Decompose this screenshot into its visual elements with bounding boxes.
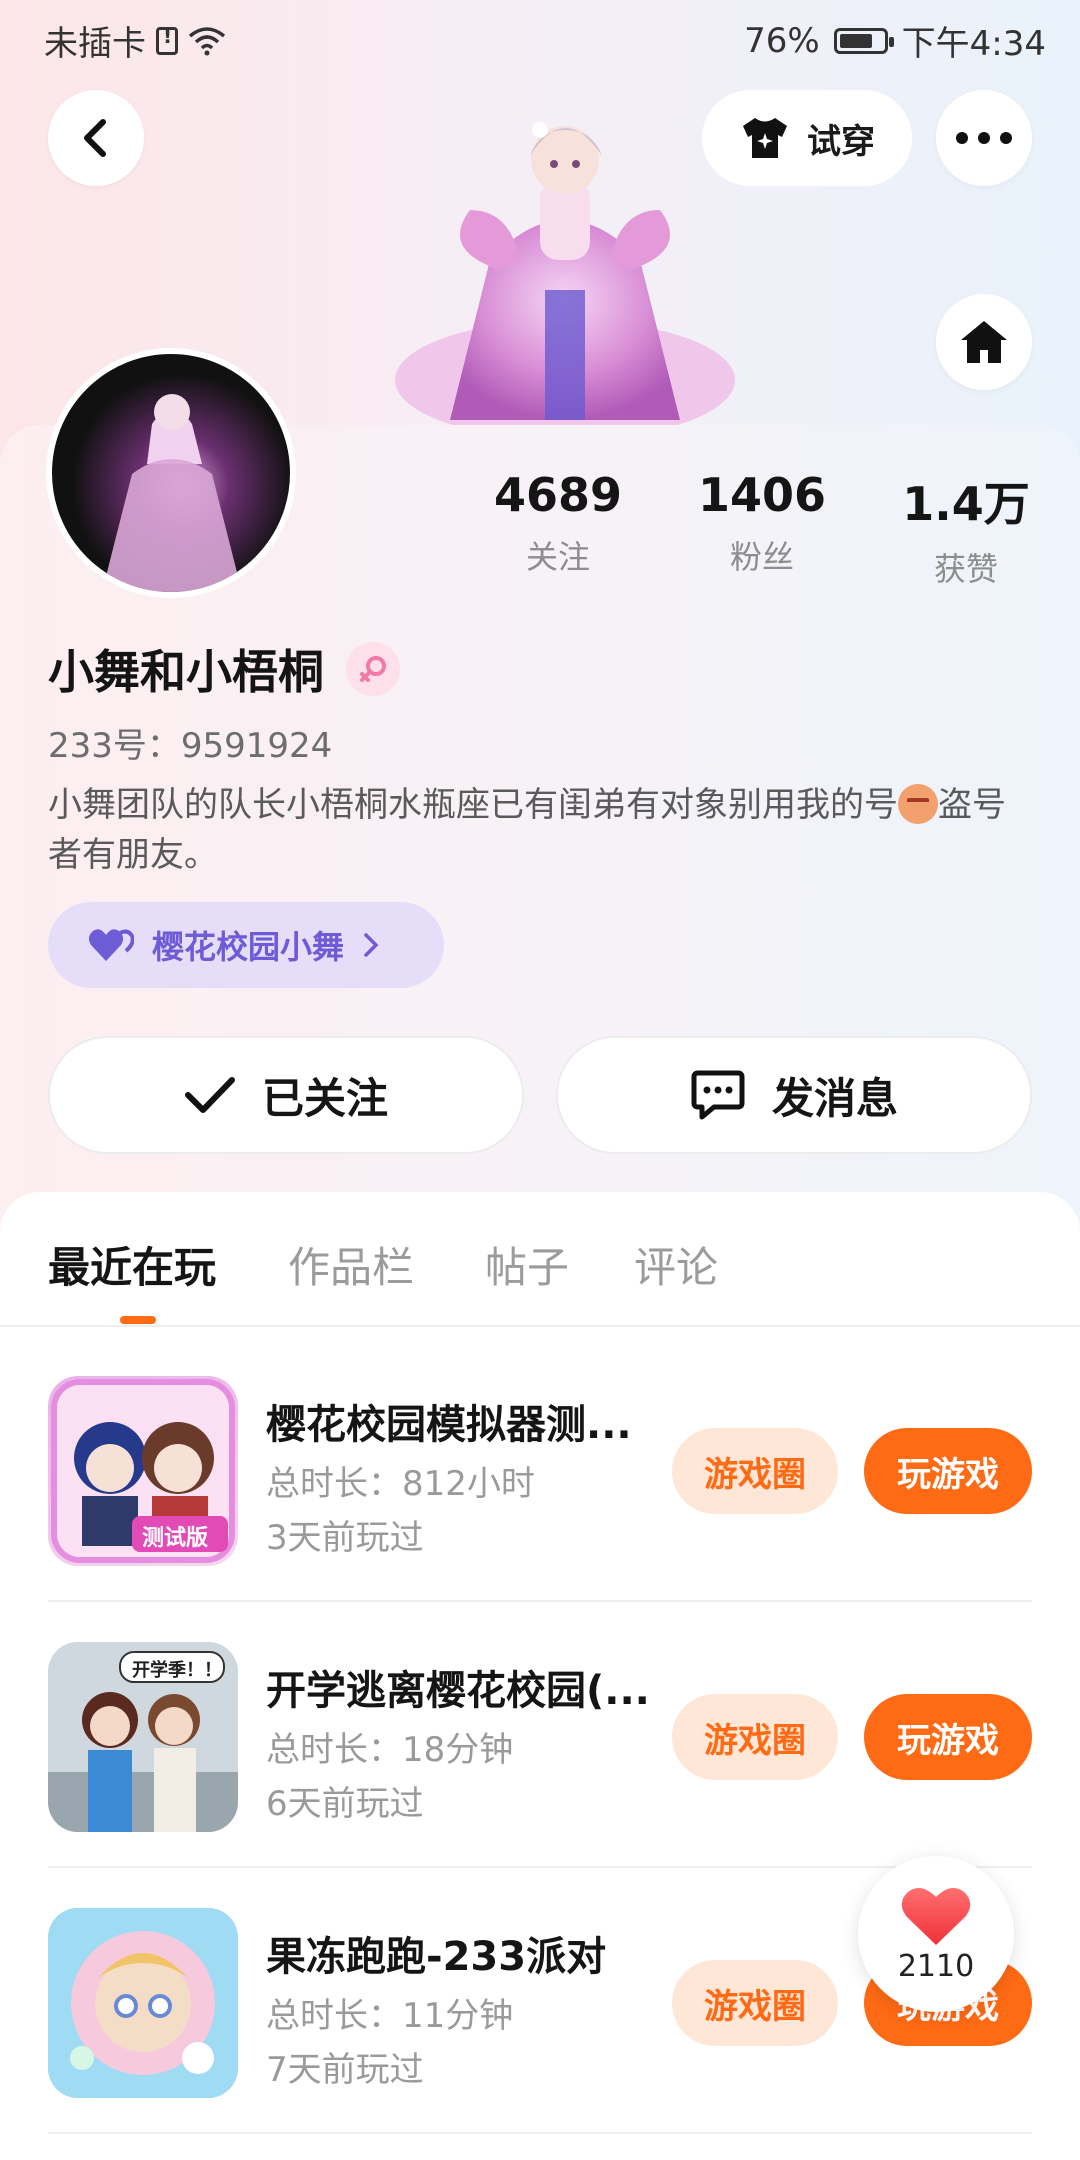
play-game-button[interactable]: 玩游戏	[864, 1428, 1032, 1514]
divider	[0, 1325, 1080, 1327]
stat-label: 获赞	[933, 550, 998, 588]
heart-icon	[901, 1887, 971, 1945]
followed-label: 已关注	[261, 1073, 388, 1123]
floating-like-button[interactable]: 2110	[858, 1856, 1014, 2012]
back-icon	[84, 119, 106, 157]
battery-percent: 76%	[744, 20, 820, 61]
list-item[interactable]: 测试版 樱花校园模拟器测... 总时长：812小时 3天前玩过 游戏圈 玩游戏	[48, 1336, 1032, 1602]
game-last-played: 3天前玩过	[266, 1518, 424, 1558]
guild-tag-button[interactable]: 樱花校园小舞	[48, 902, 444, 988]
avatar-image	[102, 394, 242, 592]
guild-label: 樱花校园小舞	[152, 928, 345, 966]
game-title: 果冻跑跑-233派对	[266, 1934, 607, 1980]
wifi-icon	[188, 26, 226, 55]
send-message-label: 发消息	[771, 1073, 898, 1123]
avatar[interactable]	[46, 348, 296, 598]
chat-bubble-icon	[691, 1070, 745, 1120]
divider	[48, 2132, 1032, 2134]
list-item[interactable]: 开学季！！ 开学逃离樱花校园(... 总时长：18分钟 6天前玩过 游戏圈 玩游…	[48, 1602, 1032, 1868]
hero-character-illustration	[395, 122, 735, 430]
send-message-button[interactable]: 发消息	[556, 1036, 1032, 1154]
game-badge: 开学季！！	[132, 1660, 222, 1681]
game-title: 开学逃离樱花校园(...	[266, 1668, 650, 1714]
sim-alert-icon	[156, 24, 178, 55]
game-duration: 总时长：18分钟	[266, 1730, 514, 1770]
profile-bio: 小舞团队的队长小梧桐水瓶座已有闺弟有对象别用我的号 盗号者有朋友。	[48, 780, 1038, 880]
play-game-button[interactable]: 玩游戏	[864, 1694, 1032, 1780]
game-duration: 总时长：812小时	[266, 1464, 535, 1504]
game-icon: 测试版	[48, 1376, 238, 1566]
game-icon: 开学季！！	[48, 1642, 238, 1832]
game-icon	[48, 1908, 238, 2098]
stat-value: 1.4万	[902, 477, 1030, 531]
like-count: 2110	[897, 1948, 975, 1984]
game-circle-button[interactable]: 游戏圈	[672, 1694, 838, 1780]
stat-label: 关注	[525, 538, 590, 576]
stat-value: 4689	[493, 468, 623, 522]
try-on-label: 试穿	[807, 121, 875, 162]
chevron-right-icon	[364, 933, 379, 957]
tab-posts[interactable]: 帖子	[485, 1234, 569, 1295]
profile-name: 小舞和小梧桐	[48, 645, 324, 699]
stat-followers[interactable]: 1406 粉丝	[662, 468, 862, 578]
female-gender-icon	[346, 642, 400, 696]
home-button[interactable]	[936, 294, 1032, 390]
game-circle-button[interactable]: 游戏圈	[672, 1428, 838, 1514]
user-id: 233号：9591924	[48, 726, 333, 766]
tab-works[interactable]: 作品栏	[288, 1234, 414, 1295]
carrier-label: 未插卡	[44, 24, 146, 64]
check-icon	[184, 1077, 235, 1113]
stat-value: 1406	[697, 468, 827, 522]
home-icon	[961, 321, 1007, 363]
stat-label: 粉丝	[729, 538, 794, 576]
battery-icon	[833, 27, 894, 54]
heart-badge-icon	[88, 929, 134, 961]
tab-recently-played[interactable]: 最近在玩	[48, 1234, 216, 1295]
profile-name-row: 小舞和小梧桐	[48, 636, 400, 702]
game-badge: 测试版	[142, 1526, 209, 1551]
more-button[interactable]	[936, 90, 1032, 186]
active-tab-indicator	[120, 1316, 156, 1324]
game-title: 樱花校园模拟器测...	[266, 1402, 632, 1448]
angry-face-emoji-icon	[898, 784, 938, 824]
stat-likes[interactable]: 1.4万 获赞	[866, 468, 1066, 590]
followed-button[interactable]: 已关注	[48, 1036, 524, 1154]
game-duration: 总时长：11分钟	[266, 1996, 514, 2036]
game-last-played: 6天前玩过	[266, 1784, 424, 1824]
game-last-played: 7天前玩过	[266, 2050, 424, 2090]
more-icon	[956, 132, 1012, 144]
tab-comments[interactable]: 评论	[634, 1234, 718, 1295]
bio-text: 小舞团队的队长小梧桐水瓶座已有闺弟有对象别用我的号	[48, 785, 898, 825]
stat-following[interactable]: 4689 关注	[458, 468, 658, 578]
back-button[interactable]	[48, 90, 144, 186]
clock: 下午4:34	[901, 24, 1046, 64]
game-circle-button[interactable]: 游戏圈	[672, 1960, 838, 2046]
